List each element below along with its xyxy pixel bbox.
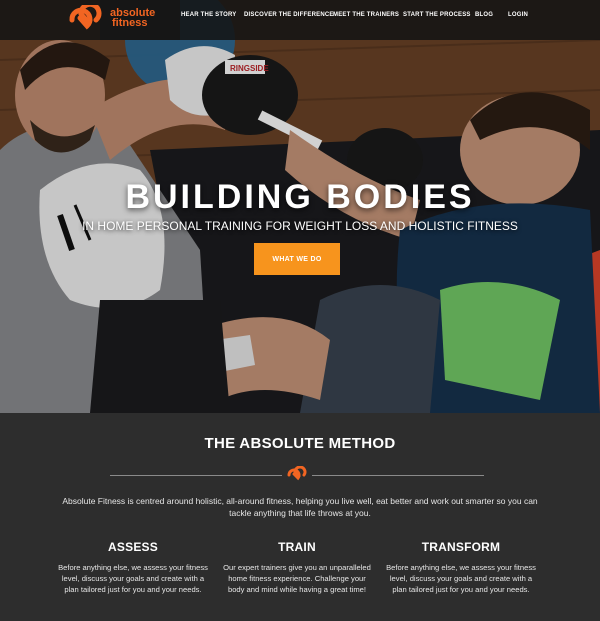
column-title: TRAIN xyxy=(278,540,316,554)
nav-item-login[interactable]: LOGIN xyxy=(508,12,528,18)
column-text: Our expert trainers give you an unparall… xyxy=(223,563,371,594)
divider-logo-icon xyxy=(287,466,307,481)
nav-menu: HEAR THE STORY DISCOVER THE DIFFERENCE M… xyxy=(0,12,600,28)
what-we-do-button[interactable]: WHAT WE DO xyxy=(254,243,340,275)
column-text: Before anything else, we assess your fit… xyxy=(58,563,208,594)
column-assess: ASSESS Before anything else, we assess y… xyxy=(58,540,208,595)
hero-subtitle: IN HOME PERSONAL TRAINING FOR WEIGHT LOS… xyxy=(82,219,518,233)
top-nav: absolute fitness HEAR THE STORY DISCOVER… xyxy=(0,0,600,40)
column-transform: TRANSFORM Before anything else, we asses… xyxy=(386,540,536,595)
nav-item-start-the-process[interactable]: START THE PROCESS xyxy=(403,12,471,18)
column-title: ASSESS xyxy=(108,540,158,554)
section-title: THE ABSOLUTE METHOD xyxy=(204,435,396,452)
nav-item-meet-the-trainers[interactable]: MEET THE TRAINERS xyxy=(333,12,399,18)
divider-left xyxy=(110,475,282,476)
nav-item-discover-the-difference[interactable]: DISCOVER THE DIFFERENCE xyxy=(244,12,334,18)
column-title: TRANSFORM xyxy=(421,540,501,554)
column-text: Before anything else, we assess your fit… xyxy=(386,563,536,594)
absolute-method-section: THE ABSOLUTE METHOD Absolute Fitness is … xyxy=(0,413,600,621)
hero-title: BUILDING BODIES xyxy=(125,178,475,216)
nav-item-hear-the-story[interactable]: HEAR THE STORY xyxy=(181,12,236,18)
method-intro-text: Absolute Fitness is centred around holis… xyxy=(62,496,538,518)
hero-section: RINGSIDE BUILDING BODIES IN HOME PERSONA… xyxy=(0,0,600,413)
nav-item-blog[interactable]: BLOG xyxy=(475,12,493,18)
column-train: TRAIN Our expert trainers give you an un… xyxy=(222,540,372,595)
divider-right xyxy=(312,475,484,476)
